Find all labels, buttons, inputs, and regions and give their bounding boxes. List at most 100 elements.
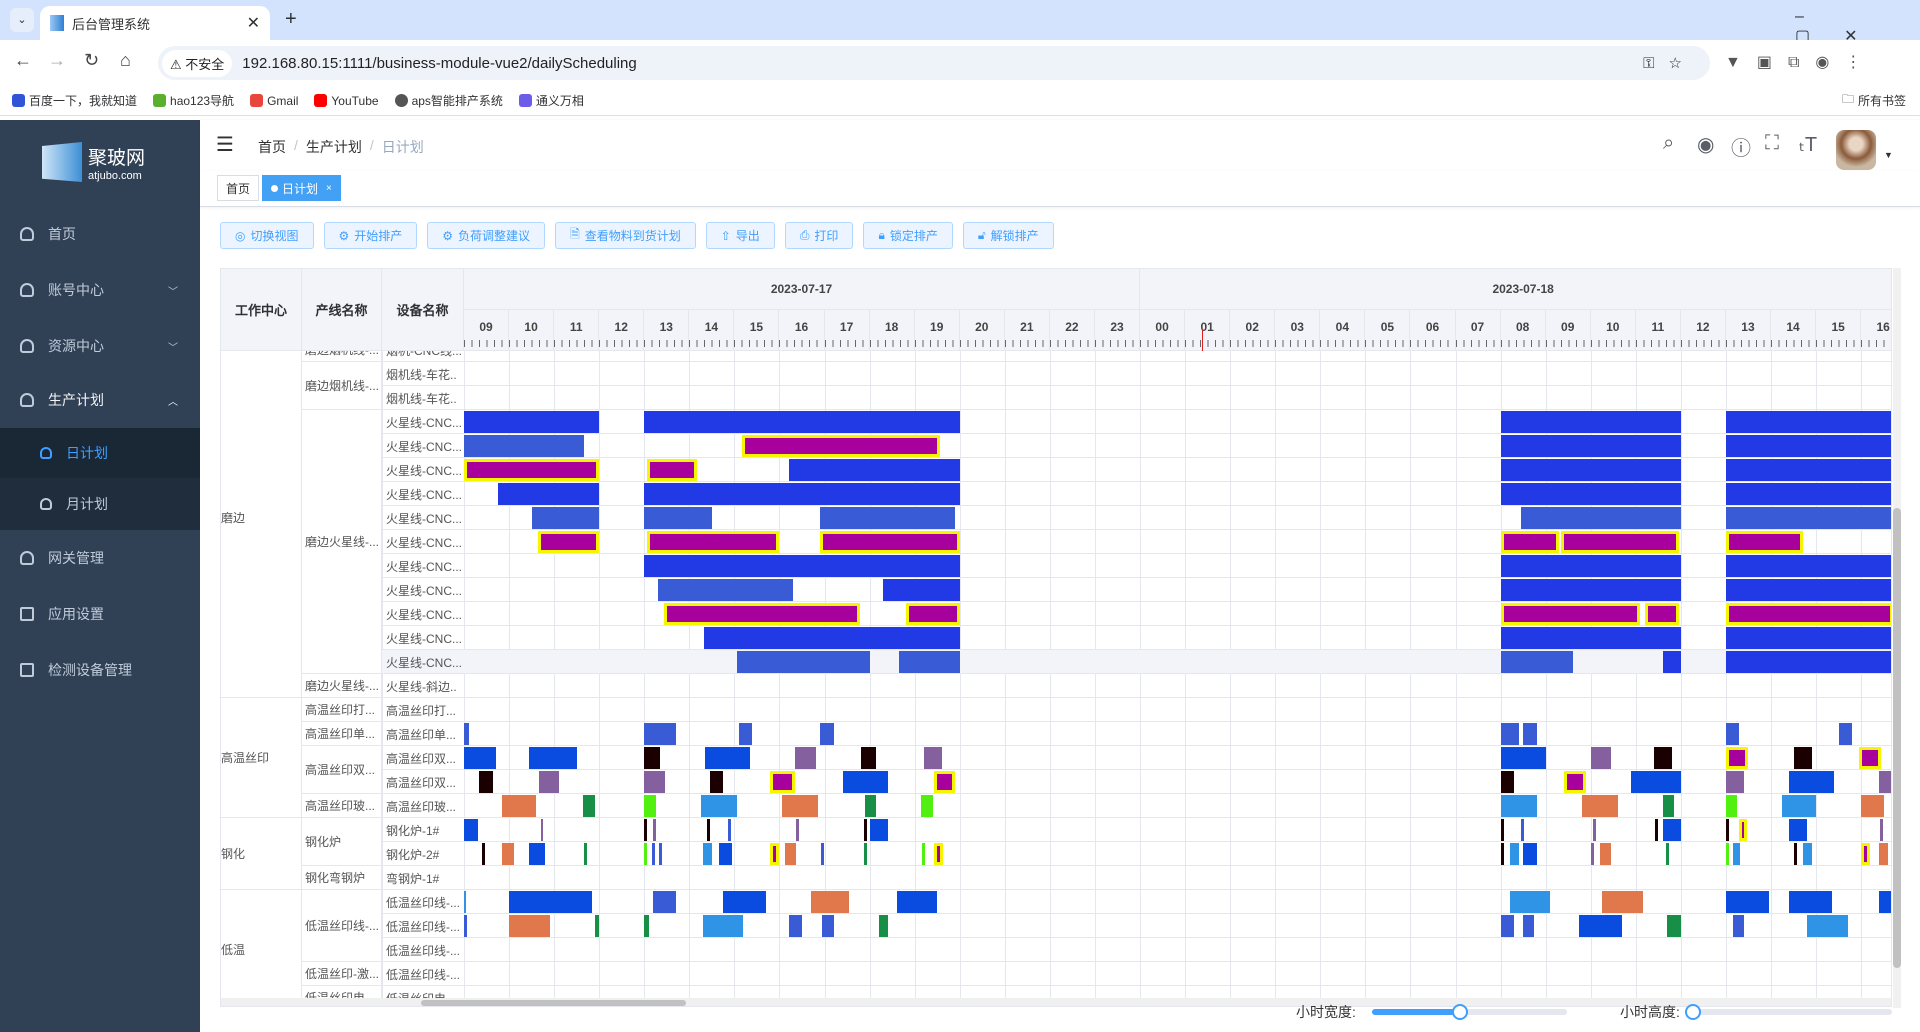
task-bar[interactable] (464, 411, 600, 433)
task-bar[interactable] (464, 891, 467, 913)
back-icon[interactable]: ← (14, 50, 32, 71)
locked-task-bar[interactable] (905, 603, 960, 625)
task-bar[interactable] (1725, 435, 1891, 457)
task-bar[interactable] (864, 843, 868, 865)
extension-icons[interactable]: ▼▣⧉◉⋮ (1725, 52, 1877, 72)
task-bar[interactable] (657, 579, 793, 601)
reload-icon[interactable]: ↻ (84, 50, 99, 71)
task-bar[interactable] (1725, 627, 1891, 649)
table-row[interactable] (382, 674, 1891, 698)
task-bar[interactable] (1879, 771, 1891, 793)
task-bar[interactable] (1500, 411, 1681, 433)
table-row[interactable] (382, 890, 1891, 914)
task-bar[interactable] (705, 747, 751, 769)
task-bar[interactable] (594, 915, 600, 937)
task-bar[interactable] (1725, 819, 1729, 841)
task-bar[interactable] (1590, 843, 1594, 865)
task-bar[interactable] (1509, 891, 1551, 913)
search-icon[interactable]: ⌕ (1663, 132, 1674, 155)
task-bar[interactable] (923, 747, 942, 769)
table-row[interactable] (382, 962, 1891, 986)
security-warning[interactable]: ⚠ 不安全 (162, 49, 233, 77)
task-bar[interactable] (1631, 771, 1681, 793)
task-bar[interactable] (1725, 483, 1891, 505)
bookmark-tongyi[interactable]: 通义万相 (518, 92, 584, 109)
sidebar-item-account[interactable]: 账号中心 ﹀ (0, 262, 200, 318)
task-bar[interactable] (644, 747, 661, 769)
task-bar[interactable] (1500, 843, 1504, 865)
task-bar[interactable] (878, 915, 888, 937)
vertical-scrollbar[interactable] (1893, 268, 1901, 1008)
sidebar-item-app-settings[interactable]: 应用设置 (0, 586, 200, 642)
task-bar[interactable] (1590, 747, 1612, 769)
home-icon[interactable]: ⌂ (120, 50, 131, 71)
task-bar[interactable] (842, 771, 888, 793)
task-bar[interactable] (860, 747, 877, 769)
task-bar[interactable] (1500, 555, 1681, 577)
task-bar[interactable] (1500, 915, 1515, 937)
table-row[interactable] (382, 351, 1891, 362)
task-bar[interactable] (644, 723, 676, 745)
caret-down-icon[interactable]: ▼ (1884, 150, 1893, 160)
task-bar[interactable] (1725, 795, 1738, 817)
task-bar[interactable] (820, 723, 834, 745)
task-bar[interactable] (509, 915, 550, 937)
task-bar[interactable] (1725, 579, 1891, 601)
task-bar[interactable] (1500, 723, 1519, 745)
task-bar[interactable] (1500, 483, 1681, 505)
hour-width-slider-handle[interactable] (1451, 1004, 1468, 1020)
task-bar[interactable] (1802, 843, 1812, 865)
task-bar[interactable] (502, 795, 537, 817)
task-bar[interactable] (896, 891, 938, 913)
task-bar[interactable] (644, 507, 712, 529)
task-bar[interactable] (529, 843, 546, 865)
task-bar[interactable] (898, 651, 960, 673)
task-bar[interactable] (796, 819, 800, 841)
task-bar[interactable] (1789, 771, 1835, 793)
task-bar[interactable] (1782, 795, 1817, 817)
address-bar[interactable]: ⚠ 不安全 192.168.80.15:1111/business-module… (158, 46, 1710, 80)
task-bar[interactable] (869, 819, 888, 841)
locked-task-bar[interactable] (1561, 531, 1679, 553)
browser-tab[interactable]: 后台管理系统 ✕ (40, 6, 270, 40)
bookmark-aps[interactable]: aps智能排产系统 (394, 92, 503, 109)
task-bar[interactable] (1500, 747, 1546, 769)
locked-task-bar[interactable] (934, 771, 956, 793)
task-bar[interactable] (738, 723, 753, 745)
font-size-icon[interactable]: ₜT (1799, 132, 1817, 157)
task-bar[interactable] (502, 843, 514, 865)
locked-task-bar[interactable] (1861, 843, 1871, 865)
task-bar[interactable] (1879, 819, 1883, 841)
task-bar[interactable] (1725, 723, 1740, 745)
task-bar[interactable] (736, 651, 870, 673)
locked-task-bar[interactable] (1858, 747, 1882, 769)
locked-task-bar[interactable] (934, 843, 944, 865)
table-row[interactable] (382, 866, 1891, 890)
task-bar[interactable] (1725, 507, 1891, 529)
task-bar[interactable] (822, 915, 834, 937)
task-bar[interactable] (1662, 651, 1681, 673)
sidebar-item-gateway[interactable]: 网关管理 (0, 530, 200, 586)
task-bar[interactable] (1789, 819, 1808, 841)
task-bar[interactable] (1520, 819, 1524, 841)
locked-task-bar[interactable] (820, 531, 960, 553)
table-row[interactable] (382, 698, 1891, 722)
task-bar[interactable] (1879, 891, 1891, 913)
table-row[interactable] (382, 386, 1891, 410)
task-bar[interactable] (479, 771, 494, 793)
task-bar[interactable] (921, 795, 933, 817)
task-bar[interactable] (1500, 771, 1515, 793)
gantt-body[interactable]: 烟机-CNC线... 烟机线-车花.. 烟机线-车花.. 火星线-CNC... 火星线-… (221, 351, 1891, 1006)
table-row[interactable] (382, 938, 1891, 962)
task-bar[interactable] (584, 843, 588, 865)
locked-task-bar[interactable] (770, 843, 780, 865)
task-bar[interactable] (540, 819, 543, 841)
print-button[interactable]: ⎙ 打印 (784, 222, 854, 249)
task-bar[interactable] (1602, 891, 1643, 913)
task-bar[interactable] (1807, 915, 1848, 937)
locked-task-bar[interactable] (1725, 531, 1803, 553)
task-bar[interactable] (788, 915, 803, 937)
locked-task-bar[interactable] (537, 531, 600, 553)
sidebar-item-daily-plan[interactable]: 日计划 (0, 428, 200, 478)
locked-task-bar[interactable] (1500, 603, 1641, 625)
